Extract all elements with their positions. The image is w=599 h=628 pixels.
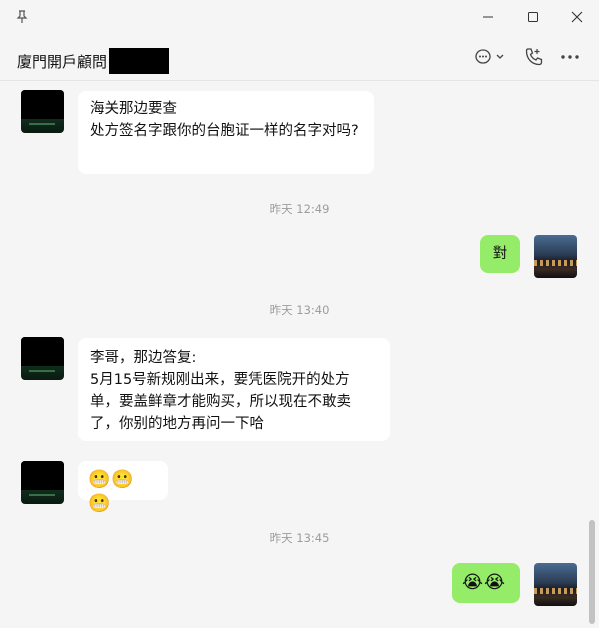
chat-title: 廈門開戶顧問 (17, 48, 170, 74)
redacted-name-block (109, 48, 170, 74)
timestamp: 昨天 13:45 (269, 531, 330, 545)
close-icon[interactable] (557, 4, 597, 30)
minimize-icon[interactable] (468, 4, 508, 30)
phone-icon[interactable] (520, 44, 548, 70)
chat-bubble-icon[interactable] (472, 44, 510, 70)
message-bubble-outgoing[interactable]: 對 (480, 235, 520, 273)
contact-avatar[interactable] (21, 461, 64, 504)
timestamp: 昨天 12:49 (269, 202, 330, 216)
window-titlebar (0, 0, 599, 34)
chat-title-text: 廈門開戶顧問 (17, 52, 108, 71)
contact-avatar[interactable] (21, 90, 64, 133)
message-bubble-incoming[interactable]: 海关那边要查 处方签名字跟你的台胞证一样的名字对吗? (78, 91, 374, 174)
maximize-icon[interactable] (513, 4, 553, 30)
chat-header: 廈門開戶顧問 (0, 34, 599, 81)
message-bubble-incoming[interactable]: 李哥，那边答复: 5月15号新规刚出来，要凭医院开的处方单，要盖鲜章才能购买，所… (78, 338, 390, 441)
more-icon[interactable] (557, 44, 583, 70)
contact-avatar[interactable] (21, 337, 64, 380)
message-bubble-incoming[interactable]: 😬😬😬 (78, 461, 168, 514)
scrollbar[interactable] (589, 520, 595, 624)
message-list[interactable]: 海关那边要查 处方签名字跟你的台胞证一样的名字对吗? 昨天 12:49 對 昨天… (0, 82, 599, 628)
timestamp: 昨天 13:40 (269, 303, 330, 317)
self-avatar[interactable] (534, 235, 577, 278)
self-avatar[interactable] (534, 563, 577, 606)
pin-icon[interactable] (14, 9, 30, 25)
message-bubble-outgoing[interactable]: 😭😭 (452, 563, 520, 603)
